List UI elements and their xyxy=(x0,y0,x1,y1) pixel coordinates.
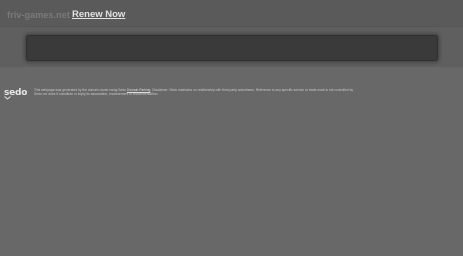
ad-box[interactable] xyxy=(26,35,438,61)
disclaimer-text: This webpage was generated by the domain… xyxy=(34,88,354,96)
sedo-arrow-icon xyxy=(4,96,11,100)
domain-name: friv-games.net xyxy=(7,10,70,20)
parked-domain-page: friv-games.net Renew Now sedo This webpa… xyxy=(0,0,463,256)
footer: sedo This webpage was generated by the d… xyxy=(0,82,463,104)
top-bar: friv-games.net Renew Now xyxy=(0,0,463,27)
ad-area xyxy=(0,27,463,67)
renew-now-link[interactable]: Renew Now xyxy=(72,9,125,20)
